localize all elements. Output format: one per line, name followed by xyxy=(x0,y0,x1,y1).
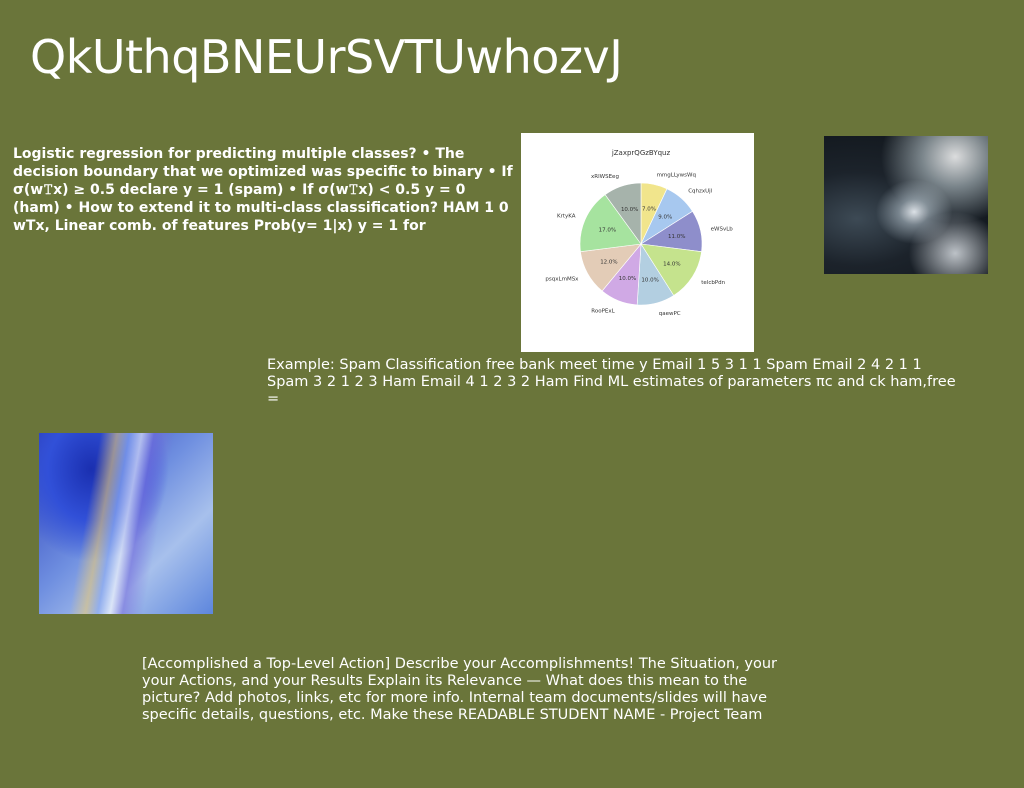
pie-chart-svg: jZaxprQGzBYquz 7.0%9.0% 11.0% 14.0% 10.0% 10… xyxy=(545,149,734,317)
pie-category-label: RooPExL xyxy=(591,308,615,314)
accomplishments-text: [Accomplished a Top-Level Action] Descri… xyxy=(142,656,777,723)
pie-pct-label: 9.0% xyxy=(658,215,672,221)
slide-title: QkUthqBNEUrSVTUwhozvJ xyxy=(30,30,623,84)
pie-category-label: qaewPC xyxy=(659,311,681,317)
waterfall-photo xyxy=(824,136,988,274)
pie-category-label: psqxLmMSx xyxy=(545,276,579,282)
pie-category-label: xRlWSEeg xyxy=(591,174,619,180)
pie-pct-label: 12.0% xyxy=(600,260,617,266)
pie-category-label: CqhzxUjl xyxy=(688,188,713,194)
chart-title: jZaxprQGzBYquz xyxy=(611,149,671,157)
pie-category-label: KrtyKA xyxy=(557,214,576,220)
pie-category-label: telcbPdn xyxy=(701,280,725,286)
pie-pct-label: 10.0% xyxy=(619,276,636,282)
pie-pct-label: 10.0% xyxy=(621,207,638,213)
pie-category-label: mmgLLywsWq xyxy=(657,172,696,178)
spam-example-text: Example: Spam Classification free bank m… xyxy=(267,357,956,407)
logistic-regression-text: Logistic regression for predicting multi… xyxy=(13,146,513,234)
pie-pct-label: 17.0% xyxy=(599,227,616,233)
pie-pct-label: 11.0% xyxy=(668,234,685,240)
pie-pct-label: 14.0% xyxy=(663,262,680,268)
person-photo xyxy=(39,433,213,614)
pie-chart: jZaxprQGzBYquz 7.0% 9.0% 11.0% 14.0% 10.0% 10… xyxy=(521,133,754,352)
pie-category-label: eWSvLb xyxy=(711,226,734,232)
pie-pct-label: 7.0% xyxy=(642,206,656,212)
pie-pct-label: 10.0% xyxy=(641,277,658,283)
